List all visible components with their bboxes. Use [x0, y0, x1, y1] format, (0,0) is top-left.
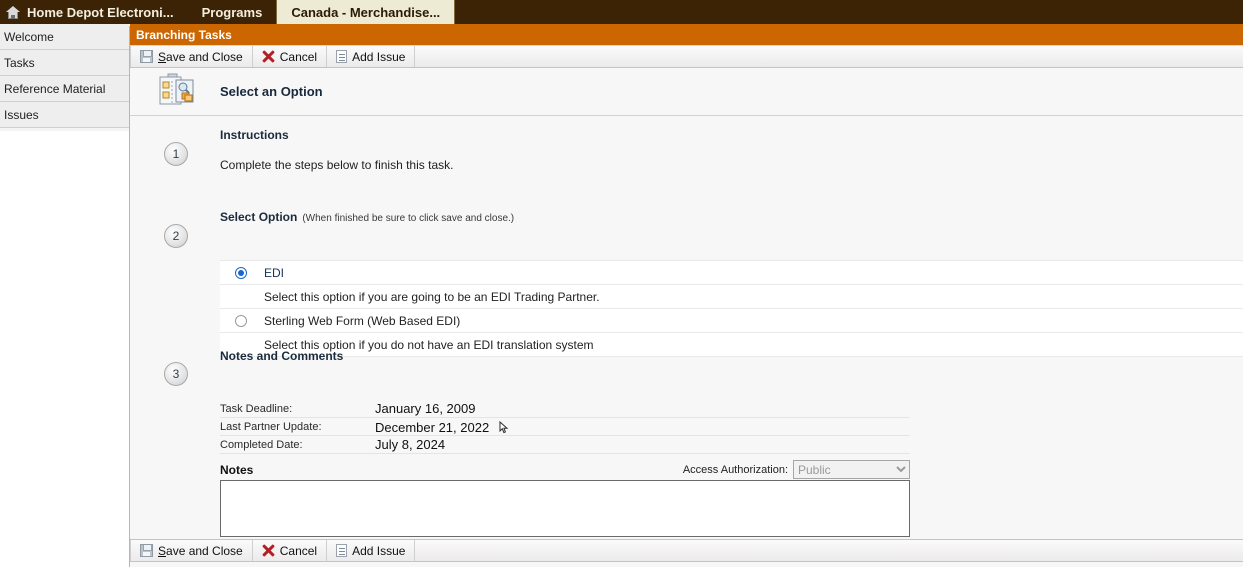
top-tab-bar: Home Depot Electroni... Programs Canada …	[0, 0, 1243, 24]
save-icon	[140, 50, 153, 63]
left-sidebar: Welcome Tasks Reference Material Issues	[0, 24, 130, 567]
step-1-title: Instructions	[220, 128, 289, 142]
add-issue-button-bottom[interactable]: Add Issue	[327, 540, 416, 561]
step-2-title: Select Option (When finished be sure to c…	[220, 210, 514, 224]
step-2-subtitle: (When finished be sure to click save and…	[302, 213, 515, 224]
save-and-close-label: ave and Close	[166, 49, 243, 64]
option-row-edi-description: Select this option if you are going to b…	[220, 284, 1243, 308]
page-header-title: Branching Tasks	[136, 27, 232, 42]
option-edi-label: EDI	[264, 265, 285, 280]
option-row-sterling-description: Select this option if you do not have an…	[220, 332, 1243, 356]
save-and-close-button-bottom[interactable]: Save and Close	[130, 540, 253, 561]
option-edi-desc-spacer	[220, 285, 262, 309]
cancel-label-bottom: Cancel	[279, 543, 318, 558]
option-edi-description: Select this option if you are going to b…	[264, 289, 600, 304]
meta-label-task-deadline: Task Deadline:	[220, 402, 293, 415]
cancel-x-icon	[262, 544, 275, 557]
meta-row-task-deadline: Task Deadline: January 16, 2009	[220, 400, 910, 418]
save-accel-letter: S	[158, 49, 167, 64]
task-clipboard-icon	[159, 73, 194, 105]
tab-home-depot-label: Home Depot Electroni...	[27, 4, 174, 20]
bottom-toolbar-filler	[415, 540, 1243, 561]
step-2-number: 2	[172, 229, 180, 243]
radio-sterling-web-form[interactable]	[235, 314, 247, 327]
tab-programs-label: Programs	[201, 4, 263, 20]
step-1-badge: 1	[164, 142, 188, 166]
step-2-title-text: Select Option	[220, 210, 298, 224]
sidebar-item-tasks-label: Tasks	[4, 56, 35, 70]
top-toolbar-filler	[415, 46, 1243, 67]
option-row-sterling-web-form[interactable]: Sterling Web Form (Web Based EDI)	[220, 308, 1243, 332]
step-1-body: Complete the steps below to finish this …	[220, 158, 454, 172]
add-issue-button[interactable]: Add Issue	[327, 46, 416, 67]
step-3-title: Notes and Comments	[220, 349, 344, 363]
step-3-number: 3	[172, 367, 180, 381]
cancel-button[interactable]: Cancel	[253, 46, 328, 67]
cancel-label: Cancel	[279, 49, 318, 64]
document-icon	[336, 544, 348, 557]
notes-textarea[interactable]	[220, 480, 910, 537]
meta-row-last-partner-update: Last Partner Update: December 21, 2022	[220, 418, 910, 436]
sidebar-item-tasks[interactable]: Tasks	[0, 50, 129, 76]
document-icon	[336, 50, 348, 63]
cancel-x-icon	[262, 50, 275, 63]
page-header-bar: Branching Tasks	[130, 24, 1243, 45]
radio-edi[interactable]	[235, 266, 247, 279]
sidebar-item-issues-label: Issues	[4, 108, 39, 122]
top-toolbar: Save and Close Cancel Add Issue	[130, 45, 1243, 68]
main-content: Branching Tasks Save and Close Cancel Ad…	[130, 24, 1243, 567]
task-meta-table: Task Deadline: January 16, 2009 Last Par…	[220, 400, 910, 454]
option-list-bottom-rule	[220, 356, 1243, 364]
page-title: Select an Option	[220, 84, 323, 99]
sidebar-empty-area	[0, 131, 129, 567]
step-3-badge: 3	[164, 362, 188, 386]
step-2-badge: 2	[164, 224, 188, 248]
notes-header-row: Notes Access Authorization: Public	[220, 460, 910, 479]
page-title-bar: Select an Option	[130, 69, 1243, 116]
tab-programs[interactable]: Programs	[188, 0, 277, 24]
notes-label: Notes	[220, 462, 254, 477]
meta-label-last-partner-update: Last Partner Update:	[220, 420, 322, 433]
option-edi-radio-cell[interactable]	[220, 261, 262, 285]
save-and-close-label-bottom: ave and Close	[166, 543, 243, 558]
home-icon	[6, 5, 20, 19]
add-issue-label-bottom: Add Issue	[352, 543, 406, 558]
cancel-button-bottom[interactable]: Cancel	[253, 540, 328, 561]
meta-value-last-partner-update: December 21, 2022	[375, 419, 490, 435]
sidebar-item-welcome[interactable]: Welcome	[0, 24, 129, 50]
option-sterling-radio-cell[interactable]	[220, 309, 262, 333]
save-icon	[140, 544, 153, 557]
sidebar-item-welcome-label: Welcome	[4, 30, 54, 44]
add-issue-label: Add Issue	[352, 49, 406, 64]
meta-row-completed-date: Completed Date: July 8, 2024	[220, 436, 910, 454]
option-sterling-label: Sterling Web Form (Web Based EDI)	[264, 313, 461, 328]
save-accel-letter-bottom: S	[158, 543, 167, 558]
help-cursor-icon	[499, 420, 509, 433]
option-row-edi[interactable]: EDI	[220, 260, 1243, 284]
step-1-number: 1	[172, 147, 180, 161]
bottom-toolbar: Save and Close Cancel Add Issue	[130, 539, 1243, 562]
tab-canada-merchandise-label: Canada - Merchandise...	[291, 4, 441, 20]
tab-home-depot[interactable]: Home Depot Electroni...	[0, 0, 188, 24]
sidebar-item-reference-material[interactable]: Reference Material	[0, 76, 129, 102]
option-list: EDI Select this option if you are going …	[220, 260, 1243, 364]
access-authorization-label: Access Authorization:	[682, 463, 788, 476]
access-authorization-group: Access Authorization: Public	[683, 460, 910, 479]
sidebar-item-reference-material-label: Reference Material	[4, 82, 106, 96]
tab-bar-filler	[455, 0, 1243, 24]
meta-value-completed-date: July 8, 2024	[375, 437, 446, 452]
tab-canada-merchandise[interactable]: Canada - Merchandise...	[276, 0, 456, 24]
save-and-close-button[interactable]: Save and Close	[130, 46, 253, 67]
access-authorization-select[interactable]: Public	[793, 460, 910, 479]
sidebar-item-issues[interactable]: Issues	[0, 102, 129, 128]
meta-value-task-deadline: January 16, 2009	[375, 401, 476, 416]
meta-label-completed-date: Completed Date:	[220, 438, 303, 451]
